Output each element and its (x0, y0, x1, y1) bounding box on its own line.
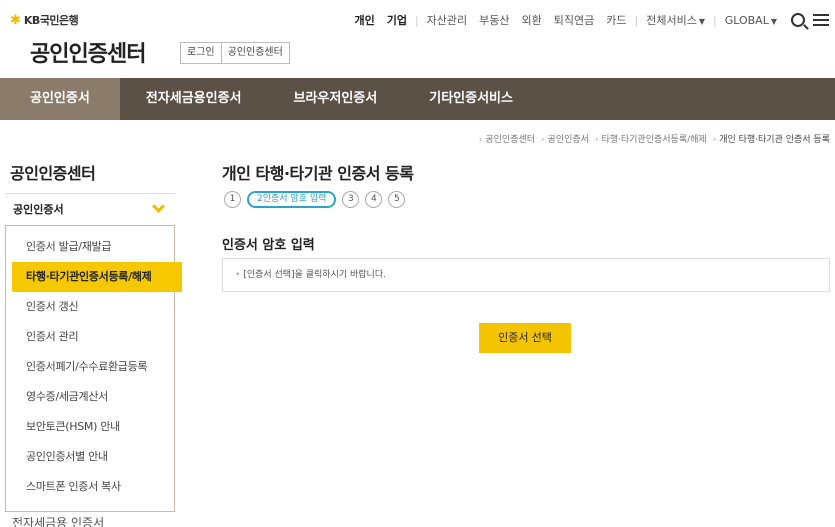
gnb-realestate[interactable]: 부동산 (473, 12, 515, 28)
gnb-divider: | (713, 13, 717, 27)
gnb-personal[interactable]: 개인 (348, 12, 380, 28)
gnb-divider: | (414, 13, 419, 27)
sidebar-item-revoke[interactable]: 인증서폐기/수수료환급등록 (6, 352, 174, 382)
step-indicator: 1 2인증서 암호 입력 3 4 5 (224, 191, 406, 208)
info-box: • [인증서 선택]을 클릭하시기 바랍니다. (222, 258, 830, 292)
sidebar-section-label: 공인인증서 (13, 202, 64, 216)
step-5: 5 (388, 191, 406, 208)
breadcrumb-sep: › (594, 135, 599, 145)
sidebar-item-register[interactable]: 타행·타기관인증서등록/해제 (12, 262, 182, 292)
breadcrumb-current: 개인 타행·타기관 인증서 등록 (719, 135, 830, 145)
header: ✱ KB국민은행 공인인증센터 로그인 공인인증센터 개인 기업 | 자산관리 … (0, 0, 835, 78)
gnb-global[interactable]: GLOBAL ▼ (719, 14, 783, 27)
info-text: [인증서 선택]을 클릭하시기 바랍니다. (243, 270, 386, 280)
gnb-asset[interactable]: 자산관리 (421, 12, 473, 28)
site-title[interactable]: 공인인증센터 (30, 36, 146, 68)
gnb-fx[interactable]: 외환 (516, 12, 548, 28)
section-title: 인증서 암호 입력 (222, 238, 315, 253)
tab-etax-cert[interactable]: 전자세금용인증서 (120, 78, 268, 120)
chevron-down-icon (152, 200, 165, 213)
gnb-divider: | (634, 13, 639, 27)
sidebar-item-guide[interactable]: 공인인증서별 안내 (6, 442, 174, 472)
sidebar-item-manage[interactable]: 인증서 관리 (6, 322, 174, 352)
login-box: 로그인 공인인증센터 (180, 42, 290, 64)
global-nav: 개인 기업 | 자산관리 부동산 외환 퇴직연금 카드 | 전체서비스 ▼ | G… (348, 12, 829, 28)
sidebar-section-header[interactable]: 공인인증서 (5, 193, 175, 223)
breadcrumb-item[interactable]: 타행·타기관인증서등록/해제 (601, 135, 706, 145)
breadcrumb-sep: › (478, 135, 483, 145)
tab-other-services[interactable]: 기타인증서비스 (403, 78, 539, 120)
breadcrumb: › 공인인증센터 › 공인인증서 › 타행·타기관인증서등록/해제 › 개인 타행·타기… (476, 132, 830, 145)
caret-down-icon: ▼ (770, 16, 777, 26)
logo-text: KB국민은행 (23, 14, 79, 27)
sidebar-menu: 인증서 발급/재발급 타행·타기관인증서등록/해제 인증서 갱신 인증서 관리 … (5, 225, 182, 512)
gnb-global-label: GLOBAL (724, 13, 769, 27)
gnb-all-services-label: 전체서비스 (646, 14, 697, 27)
step-1: 1 (224, 191, 241, 208)
sidebar-item-receipt[interactable]: 영수증/세금계산서 (6, 382, 174, 412)
tab-browser-cert[interactable]: 브라우저인증서 (268, 78, 404, 120)
main-nav: 공인인증서 전자세금용인증서 브라우저인증서 기타인증서비스 (0, 78, 835, 120)
tab-public-cert[interactable]: 공인인증서 (0, 78, 120, 120)
step-3: 3 (342, 191, 360, 208)
gnb-corporate[interactable]: 기업 (381, 12, 413, 28)
step-4: 4 (365, 191, 383, 208)
sidebar-section-next[interactable]: 전자세금용 인증서 (12, 514, 104, 527)
gnb-all-services[interactable]: 전체서비스 ▼ (640, 12, 711, 28)
breadcrumb-sep: › (712, 135, 717, 145)
cert-center-link[interactable]: 공인인증센터 (220, 43, 289, 63)
breadcrumb-item[interactable]: 공인인증센터 (485, 135, 535, 145)
login-button[interactable]: 로그인 (181, 43, 221, 63)
sidebar-title: 공인인증센터 (10, 164, 96, 183)
gnb-pension[interactable]: 퇴직연금 (548, 12, 600, 28)
sidebar-item-renew[interactable]: 인증서 갱신 (6, 292, 174, 322)
kb-logo[interactable]: ✱ KB국민은행 (10, 12, 79, 28)
select-cert-button[interactable]: 인증서 선택 (479, 323, 571, 353)
caret-down-icon: ▼ (698, 17, 705, 26)
gnb-card[interactable]: 카드 (600, 12, 632, 28)
sidebar-item-hsm[interactable]: 보안토큰(HSM) 안내 (6, 412, 174, 442)
sidebar-item-smartphone[interactable]: 스마트폰 인증서 복사 (6, 472, 174, 502)
bullet-icon: • (235, 270, 241, 280)
sidebar-item-issue[interactable]: 인증서 발급/재발급 (6, 232, 174, 262)
breadcrumb-sep: › (540, 135, 545, 145)
step-2-current: 2인증서 암호 입력 (247, 191, 337, 208)
breadcrumb-item[interactable]: 공인인증서 (548, 135, 589, 145)
menu-icon[interactable] (813, 14, 829, 26)
kb-star-icon: ✱ (10, 12, 21, 28)
search-icon[interactable] (791, 13, 805, 27)
page-title: 개인 타행·타기관 인증서 등록 (222, 164, 414, 183)
